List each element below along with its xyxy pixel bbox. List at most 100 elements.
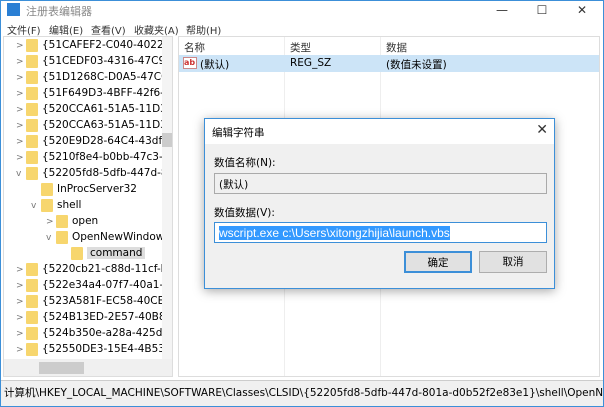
- expand-chevron-icon[interactable]: >: [16, 294, 26, 310]
- folder-icon: [26, 102, 38, 116]
- folder-icon: [26, 150, 38, 164]
- expand-chevron-icon[interactable]: v: [46, 230, 56, 246]
- value-data: (数值未设置): [386, 59, 447, 71]
- tree-item[interactable]: > {523A581F-EC58-40CE-99: [16, 293, 173, 310]
- dialog-close-icon[interactable]: ✕: [536, 122, 548, 138]
- expand-chevron-icon[interactable]: >: [16, 118, 26, 134]
- folder-icon: [26, 278, 38, 292]
- menu-favorites[interactable]: 收藏夹(A): [134, 22, 179, 37]
- folder-icon: [26, 326, 38, 340]
- tree-item-label: {520CCA61-51A5-11D3-9: [42, 103, 173, 115]
- expand-chevron-icon[interactable]: >: [16, 310, 26, 326]
- maximize-button[interactable]: ☐: [522, 0, 562, 20]
- tree-item-label: {5210f8e4-b0bb-47c3-a8: [42, 151, 173, 163]
- expand-chevron-icon[interactable]: v: [16, 166, 26, 182]
- tree-item-label: {51CEDF03-4316-47C9-81: [42, 55, 173, 67]
- tree-item[interactable]: > {51D1268C-D0A5-47CC-A: [16, 69, 173, 86]
- registry-tree: >{5255EFED-103A-4444-B1>{52550DE3-15E4-4…: [3, 36, 173, 377]
- folder-icon: [26, 342, 38, 356]
- folder-icon: [26, 310, 38, 324]
- tree-item-label: shell: [57, 199, 82, 211]
- folder-icon: [56, 214, 68, 228]
- value-name: (默认): [200, 59, 230, 71]
- value-data-text: wscript.exe c:\Users\xitongzhijia\launch…: [219, 226, 450, 240]
- expand-chevron-icon[interactable]: >: [16, 278, 26, 294]
- value-data-label: 数值数据(V):: [214, 207, 275, 219]
- menu-file[interactable]: 文件(F): [7, 22, 41, 37]
- tree-item[interactable]: command: [61, 245, 146, 261]
- column-type[interactable]: 类型: [290, 40, 311, 55]
- tree-vertical-scrollbar[interactable]: [162, 37, 172, 359]
- status-bar-path: 计算机\HKEY_LOCAL_MACHINE\SOFTWARE\Classes\…: [1, 380, 603, 406]
- value-name-field: (默认): [214, 173, 547, 194]
- tree-item-label: {520CCA63-51A5-11D3-9: [42, 119, 173, 131]
- tree-item[interactable]: > {520CCA61-51A5-11D3-9: [16, 101, 173, 118]
- folder-icon: [41, 182, 53, 196]
- menu-bar: 文件(F) 编辑(E) 查看(V) 收藏夹(A) 帮助(H): [0, 20, 604, 37]
- tree-item[interactable]: > {5220cb21-c88d-11cf-b34: [16, 261, 172, 278]
- tree-item[interactable]: > {52550DE3-15E4-4B53-96: [16, 341, 173, 358]
- tree-item[interactable]: > open: [46, 213, 98, 229]
- tree-item[interactable]: v {52205fd8-5dfb-447d-801: [16, 165, 173, 182]
- folder-icon: [41, 198, 53, 212]
- tree-item-label: {52205fd8-5dfb-447d-801: [42, 167, 173, 179]
- tree-item-label: {52550DE3-15E4-4B53-96: [42, 343, 173, 355]
- value-row-default[interactable]: ab (默认) REG_SZ (数值未设置): [179, 55, 599, 72]
- tree-item[interactable]: > {524B13ED-2E57-40B8-B: [16, 309, 173, 326]
- folder-icon: [26, 294, 38, 308]
- tree-item[interactable]: > {524b350e-a28a-425d-a4: [16, 325, 173, 342]
- minimize-button[interactable]: —: [482, 0, 522, 20]
- menu-view[interactable]: 查看(V): [91, 22, 126, 37]
- window-title: 注册表编辑器: [26, 5, 92, 18]
- expand-chevron-icon[interactable]: >: [16, 54, 26, 70]
- tree-item[interactable]: > {51CEDF03-4316-47C9-81: [16, 53, 173, 70]
- tree-item-label: {523A581F-EC58-40CE-99: [42, 295, 173, 307]
- tree-item[interactable]: > {51CAFEF2-C040-4022-A1: [16, 37, 173, 54]
- tree-item[interactable]: > {520E9D28-64C4-43df-BE: [16, 133, 173, 150]
- folder-icon: [26, 166, 38, 180]
- expand-chevron-icon[interactable]: >: [16, 150, 26, 166]
- column-data[interactable]: 数据: [386, 40, 407, 55]
- tree-item[interactable]: > {51F649D3-4BFF-42f6-A2: [16, 85, 173, 102]
- menu-help[interactable]: 帮助(H): [186, 22, 221, 37]
- value-type: REG_SZ: [290, 57, 332, 69]
- folder-icon: [26, 118, 38, 132]
- cancel-button[interactable]: 取消: [479, 251, 547, 273]
- expand-chevron-icon[interactable]: >: [16, 262, 26, 278]
- tree-item[interactable]: v OpenNewWindow: [46, 229, 164, 245]
- tree-horizontal-scrollbar[interactable]: [4, 359, 172, 376]
- expand-chevron-icon[interactable]: >: [16, 38, 26, 54]
- tree-item-label: {520E9D28-64C4-43df-BE: [42, 135, 173, 147]
- folder-icon: [26, 134, 38, 148]
- tree-item[interactable]: > {520CCA63-51A5-11D3-9: [16, 117, 173, 134]
- expand-chevron-icon[interactable]: >: [16, 342, 26, 358]
- tree-item[interactable]: v shell: [31, 197, 81, 213]
- tree-item[interactable]: InProcServer32: [31, 181, 137, 197]
- expand-chevron-icon[interactable]: >: [16, 134, 26, 150]
- close-button[interactable]: ✕: [562, 0, 602, 20]
- menu-edit[interactable]: 编辑(E): [49, 22, 83, 37]
- value-data-input[interactable]: wscript.exe c:\Users\xitongzhijia\launch…: [214, 222, 547, 243]
- tree-item-label: {51F649D3-4BFF-42f6-A2: [42, 87, 173, 99]
- folder-icon: [26, 70, 38, 84]
- tree-item[interactable]: > {522e34a4-07f7-40a1-94c: [16, 277, 172, 294]
- tree-item-label: {51CAFEF2-C040-4022-A1: [42, 39, 173, 51]
- folder-icon: [26, 38, 38, 52]
- tree-item-label: {51D1268C-D0A5-47CC-A: [42, 71, 173, 83]
- expand-chevron-icon[interactable]: >: [16, 102, 26, 118]
- folder-icon: [26, 262, 38, 276]
- tree-item[interactable]: > {5210f8e4-b0bb-47c3-a8: [16, 149, 173, 166]
- scroll-thumb[interactable]: [162, 133, 172, 147]
- expand-chevron-icon[interactable]: >: [16, 70, 26, 86]
- tree-item-label: {524b350e-a28a-425d-a4: [42, 327, 173, 339]
- column-name[interactable]: 名称: [184, 40, 205, 55]
- folder-icon: [56, 230, 68, 244]
- expand-chevron-icon[interactable]: >: [16, 86, 26, 102]
- scroll-thumb[interactable]: [39, 362, 84, 374]
- ok-button[interactable]: 确定: [404, 251, 472, 273]
- tree-item-label: {524B13ED-2E57-40B8-B: [42, 311, 173, 323]
- expand-chevron-icon[interactable]: >: [16, 326, 26, 342]
- expand-chevron-icon[interactable]: >: [46, 214, 56, 230]
- folder-icon: [71, 246, 83, 260]
- expand-chevron-icon[interactable]: v: [31, 198, 41, 214]
